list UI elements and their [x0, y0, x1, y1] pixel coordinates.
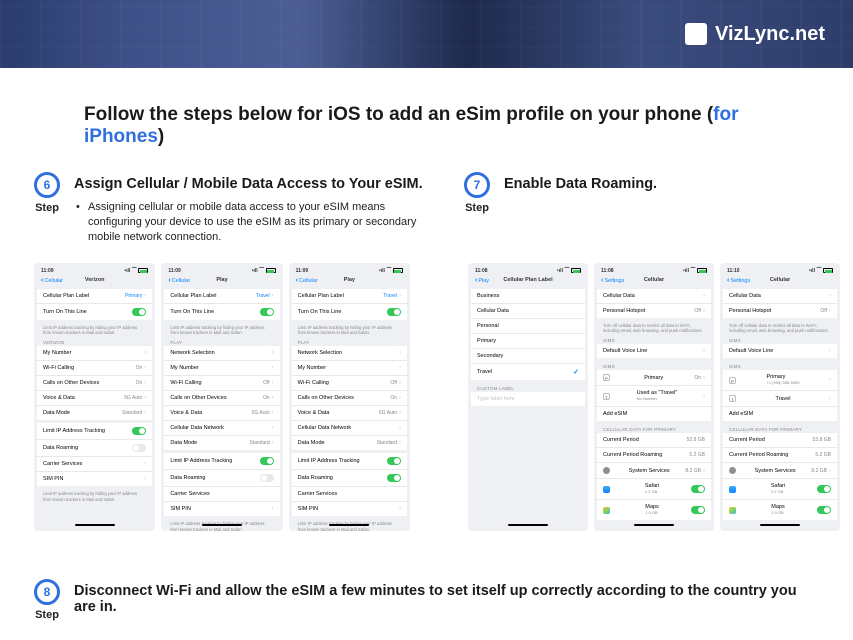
step-7-body: Enable Data Roaming.: [504, 172, 824, 200]
headline-pre: Follow the steps below for iOS to add an…: [84, 104, 713, 125]
screenshot-7a: 11:08•ıll⁀PlayCellular Plan LabelBusines…: [468, 263, 588, 531]
step-6-screenshots: 11:09•ıll⁀CellularVerizonCellular Plan L…: [34, 263, 410, 531]
screenshot-6c: 11:09•ıll⁀CellularPlayCellular Plan Labe…: [289, 263, 410, 531]
step-7-screenshots: 11:08•ıll⁀PlayCellular Plan LabelBusines…: [468, 263, 840, 531]
screenshot-7b: 11:08•ıll⁀SettingsCellularCellular DataP…: [594, 263, 714, 531]
step-8-badge: 8: [34, 579, 60, 605]
step-8-label: Step: [35, 609, 59, 621]
step-7-badge-col: 7 Step: [464, 172, 490, 214]
banner: VizLync.net: [0, 0, 853, 68]
step-6-body: Assign Cellular / Mobile Data Access to …: [74, 172, 434, 245]
content: Follow the steps below for iOS to add an…: [0, 68, 853, 623]
step-6-badge: 6: [34, 172, 60, 198]
step-7-title: Enable Data Roaming.: [504, 176, 824, 192]
step-7-label: Step: [465, 202, 489, 214]
step-7-badge: 7: [464, 172, 490, 198]
headline: Follow the steps below for iOS to add an…: [34, 104, 819, 148]
brand-name: VizLync.net: [715, 23, 825, 46]
step-6-label: Step: [35, 202, 59, 214]
headline-post: ): [158, 126, 164, 147]
step-8-badge-col: 8 Step: [34, 579, 60, 621]
step-8: 8 Step Disconnect Wi-Fi and allow the eS…: [34, 579, 819, 623]
step-8-body: Disconnect Wi-Fi and allow the eSIM a fe…: [74, 579, 819, 623]
step-6: 6 Step Assign Cellular / Mobile Data Acc…: [34, 172, 434, 245]
screenshots-row: 11:09•ıll⁀CellularVerizonCellular Plan L…: [34, 245, 819, 531]
step-7: 7 Step Enable Data Roaming.: [464, 172, 824, 214]
steps-row-6-7: 6 Step Assign Cellular / Mobile Data Acc…: [34, 172, 819, 245]
screenshot-7c: 11:10•ıll⁀SettingsCellularCellular DataP…: [720, 263, 840, 531]
screenshot-6b: 11:09•ıll⁀CellularPlayCellular Plan Labe…: [161, 263, 282, 531]
step-6-desc: Assigning cellular or mobile data access…: [74, 200, 434, 245]
brand-logo-icon: [685, 23, 707, 45]
step-6-title: Assign Cellular / Mobile Data Access to …: [74, 176, 434, 192]
step-6-badge-col: 6 Step: [34, 172, 60, 214]
screenshot-6a: 11:09•ıll⁀CellularVerizonCellular Plan L…: [34, 263, 155, 531]
brand-logo: VizLync.net: [685, 23, 825, 46]
step-8-title: Disconnect Wi-Fi and allow the eSIM a fe…: [74, 583, 819, 615]
